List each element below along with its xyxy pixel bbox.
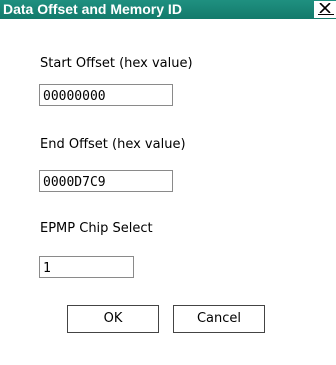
title-bar: Data Offset and Memory ID	[0, 0, 336, 19]
close-underline	[318, 14, 334, 15]
close-icon	[319, 3, 331, 13]
dialog-window: Data Offset and Memory ID Start Offset (…	[0, 0, 336, 365]
window-title: Data Offset and Memory ID	[3, 1, 182, 17]
epmp-chip-select-input[interactable]	[39, 256, 134, 278]
end-offset-input[interactable]	[39, 170, 173, 192]
close-button[interactable]	[314, 1, 336, 18]
ok-button[interactable]: OK	[67, 305, 159, 333]
cancel-button[interactable]: Cancel	[173, 305, 265, 333]
start-offset-input[interactable]	[39, 84, 173, 106]
epmp-chip-select-label: EPMP Chip Select	[40, 221, 153, 236]
start-offset-label: Start Offset (hex value)	[40, 56, 193, 71]
end-offset-label: End Offset (hex value)	[40, 137, 186, 152]
